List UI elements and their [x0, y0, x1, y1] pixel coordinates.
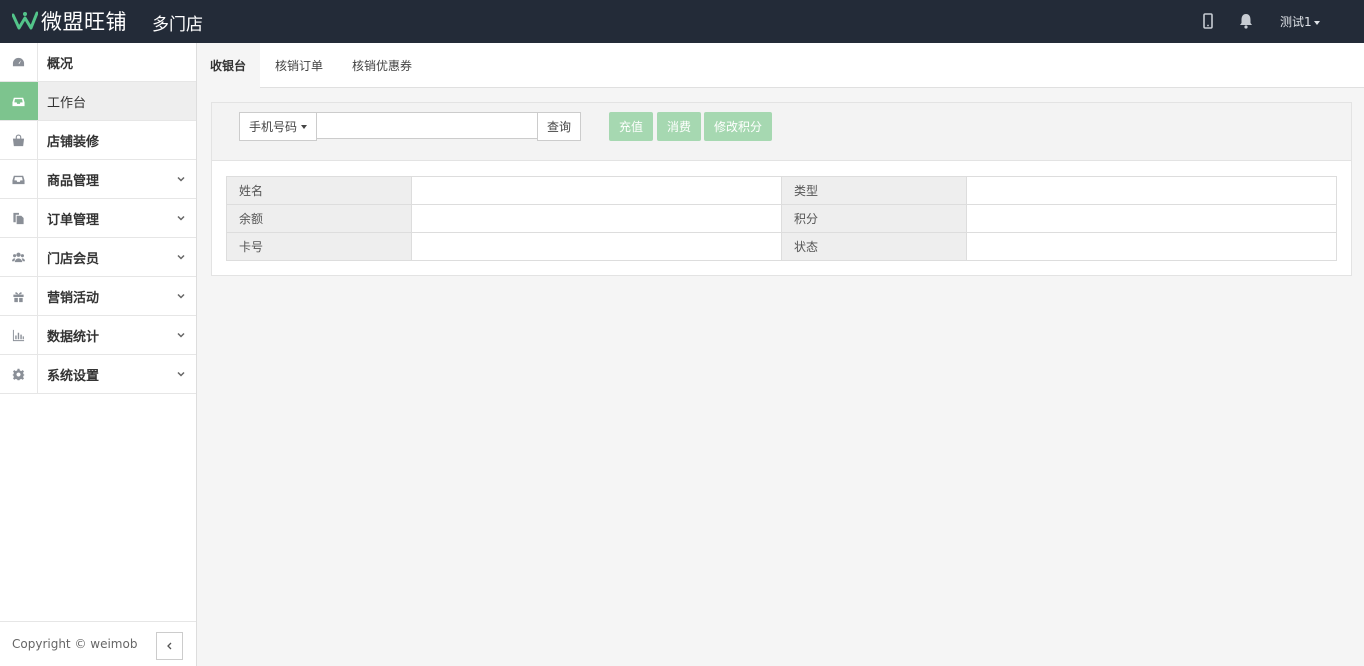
- sidebar-item-store-decoration[interactable]: 店铺装修: [0, 121, 196, 160]
- gift-icon: [13, 291, 24, 302]
- sidebar: 概况 工作台 店铺装修 商品管理 订单管理 门店会员 营销活动 数据统计 系统设…: [0, 43, 197, 666]
- sidebar-item-label: 系统设置: [47, 368, 100, 384]
- chevron-left-icon: [167, 642, 172, 650]
- table-row: 卡号 状态: [226, 232, 1337, 261]
- chevron-down-icon: [177, 332, 185, 338]
- chevron-down-icon: [177, 254, 185, 260]
- search-type-select[interactable]: 手机号码: [239, 112, 317, 141]
- balance-value: [411, 204, 782, 233]
- type-label: 类型: [781, 176, 967, 205]
- mobile-phone-icon[interactable]: [1199, 12, 1217, 30]
- points-label: 积分: [781, 204, 967, 233]
- status-label: 状态: [781, 232, 967, 261]
- recharge-button[interactable]: 充值: [609, 112, 653, 141]
- caret-down-icon: [1313, 20, 1320, 25]
- bell-icon[interactable]: [1237, 12, 1255, 30]
- sidebar-footer: Copyright © weimob: [0, 621, 196, 666]
- name-value: [411, 176, 782, 205]
- store-title: 多门店: [152, 15, 203, 35]
- sidebar-item-label: 数据统计: [47, 329, 100, 345]
- sidebar-item-settings[interactable]: 系统设置: [0, 355, 196, 394]
- card-number-value: [411, 232, 782, 261]
- sidebar-item-marketing[interactable]: 营销活动: [0, 277, 196, 316]
- sidebar-item-orders[interactable]: 订单管理: [0, 199, 196, 238]
- user-menu[interactable]: 测试1: [1280, 13, 1320, 30]
- inbox-icon: [12, 97, 25, 106]
- sidebar-item-label: 门店会员: [47, 251, 100, 267]
- sidebar-item-workbench[interactable]: 工作台: [0, 82, 196, 121]
- sidebar-item-label: 概况: [47, 56, 74, 72]
- cashier-panel: 手机号码 查询 充值 消费 修改积分 姓名 类型 余额 积分 卡号 状态: [211, 102, 1352, 276]
- table-row: 姓名 类型: [226, 176, 1337, 205]
- query-button[interactable]: 查询: [537, 112, 581, 141]
- edit-points-button[interactable]: 修改积分: [704, 112, 772, 141]
- status-value: [966, 232, 1337, 261]
- chevron-down-icon: [177, 176, 185, 182]
- sidebar-item-label: 营销活动: [47, 290, 100, 306]
- sidebar-item-members[interactable]: 门店会员: [0, 238, 196, 277]
- tab-verify-orders[interactable]: 核销订单: [275, 43, 323, 88]
- card-number-label: 卡号: [226, 232, 412, 261]
- sidebar-item-label: 订单管理: [47, 212, 100, 228]
- user-name: 测试1: [1280, 15, 1312, 29]
- table-row: 余额 积分: [226, 204, 1337, 233]
- logo[interactable]: 微盟旺铺: [12, 7, 127, 35]
- type-value: [966, 176, 1337, 205]
- sidebar-item-label: 店铺装修: [47, 134, 100, 150]
- copyright-text: Copyright © weimob: [12, 637, 138, 651]
- search-type-label: 手机号码: [248, 120, 297, 134]
- dashboard-icon: [12, 57, 25, 66]
- member-info-table: 姓名 类型 余额 积分 卡号 状态: [226, 176, 1337, 261]
- balance-label: 余额: [226, 204, 412, 233]
- shopping-bag-icon: [12, 133, 25, 146]
- search-input[interactable]: [316, 112, 538, 139]
- top-header: 微盟旺铺 多门店 测试1: [0, 0, 1364, 43]
- tab-bar: 收银台 核销订单 核销优惠券: [197, 43, 1364, 88]
- sidebar-item-products[interactable]: 商品管理: [0, 160, 196, 199]
- chevron-down-icon: [177, 215, 185, 221]
- sidebar-item-label: 商品管理: [47, 173, 100, 189]
- caret-down-icon: [301, 124, 307, 129]
- inbox-icon: [12, 175, 25, 184]
- sidebar-item-label: 工作台: [47, 95, 87, 111]
- sidebar-item-overview[interactable]: 概况: [0, 43, 196, 82]
- chevron-down-icon: [177, 293, 185, 299]
- users-icon: [12, 252, 25, 262]
- gear-icon: [12, 368, 25, 380]
- copy-document-icon: [13, 212, 24, 224]
- chevron-down-icon: [177, 371, 185, 377]
- tab-verify-coupons[interactable]: 核销优惠券: [352, 43, 412, 88]
- points-value: [966, 204, 1337, 233]
- name-label: 姓名: [226, 176, 412, 205]
- consume-button[interactable]: 消费: [657, 112, 701, 141]
- logo-text: 微盟旺铺: [41, 10, 127, 34]
- bar-chart-icon: [12, 329, 25, 341]
- collapse-sidebar-button[interactable]: [156, 632, 183, 660]
- tab-cashier[interactable]: 收银台: [197, 43, 260, 88]
- sidebar-item-statistics[interactable]: 数据统计: [0, 316, 196, 355]
- weimob-logo-icon: [12, 11, 38, 30]
- search-toolbar: 手机号码 查询 充值 消费 修改积分: [212, 103, 1351, 161]
